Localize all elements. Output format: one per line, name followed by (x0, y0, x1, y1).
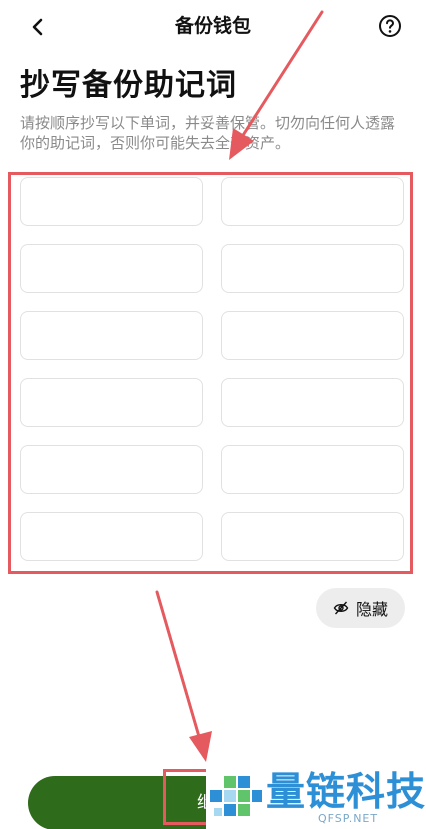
eye-off-icon (333, 601, 349, 615)
watermark-name: 量链科技 (266, 770, 426, 815)
mnemonic-word-box (221, 378, 404, 427)
mnemonic-word-box (221, 177, 404, 226)
help-button[interactable] (378, 14, 402, 38)
hide-button[interactable]: 隐藏 (316, 588, 405, 628)
mnemonic-word-box (20, 512, 203, 561)
annotation-arrow-bottom (155, 590, 212, 762)
watermark: 量链科技 QFSP.NET (206, 765, 426, 829)
mnemonic-word-box (20, 177, 203, 226)
header-bar: 备份钱包 (0, 0, 426, 52)
watermark-domain: QFSP.NET (318, 812, 379, 825)
page-description: 请按顺序抄写以下单词，并妥善保管。切勿向任何人透露你的助记词，否则你可能失去全部… (20, 114, 396, 152)
mnemonic-word-box (221, 244, 404, 293)
help-circle-icon (379, 15, 401, 37)
hide-button-label: 隐藏 (355, 600, 388, 619)
mnemonic-word-box (20, 378, 203, 427)
page-title: 抄写备份助记词 (20, 68, 237, 103)
mnemonic-word-box (221, 445, 404, 494)
mnemonic-word-box (20, 445, 203, 494)
mnemonic-word-box (221, 512, 404, 561)
mnemonic-word-box (20, 244, 203, 293)
watermark-logo (210, 776, 262, 816)
mnemonic-word-box (221, 311, 404, 360)
mnemonic-word-box (20, 311, 203, 360)
page-header-title: 备份钱包 (174, 15, 251, 37)
